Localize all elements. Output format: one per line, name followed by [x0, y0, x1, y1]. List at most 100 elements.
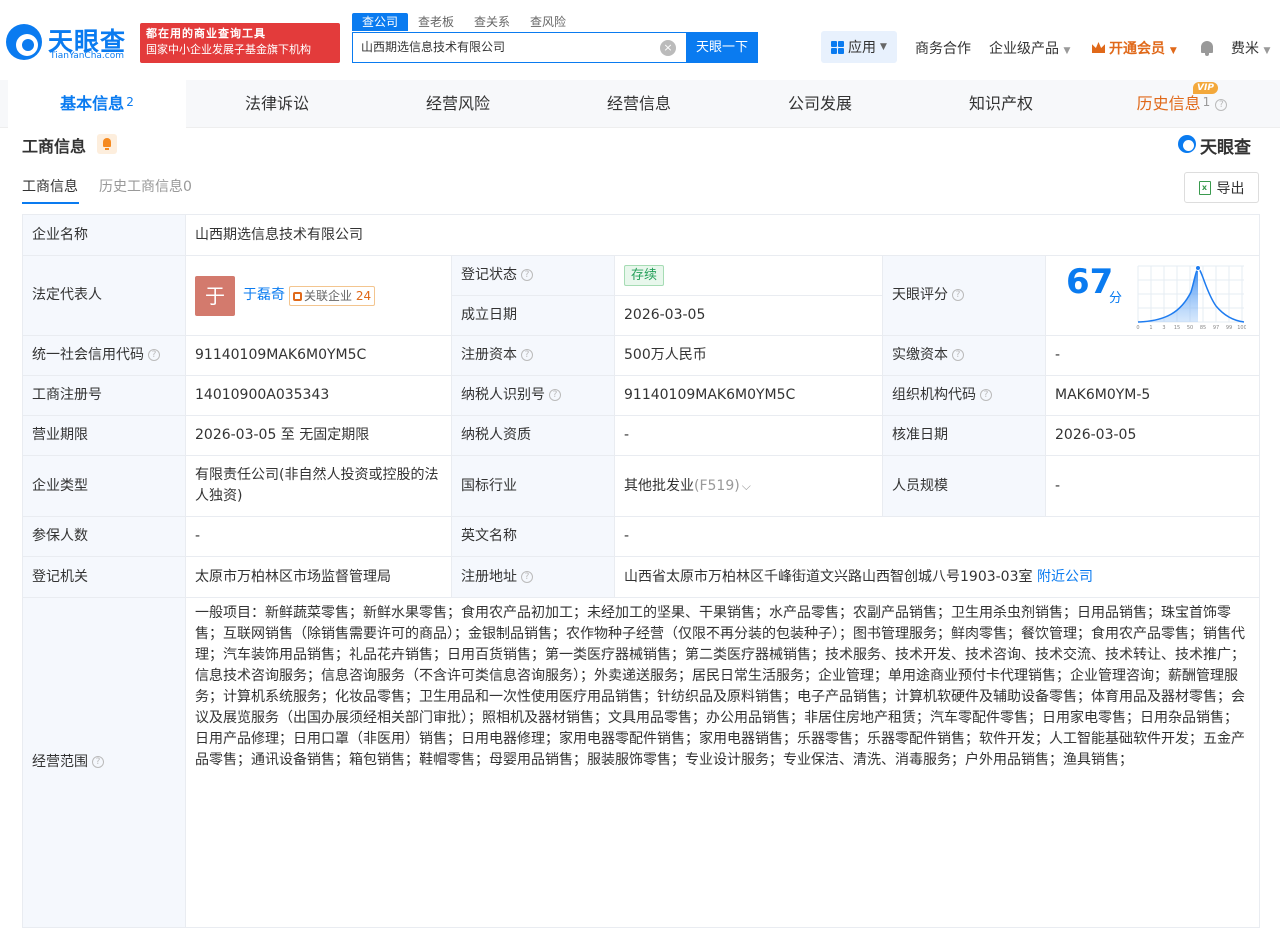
- score-value: 67: [1066, 262, 1114, 302]
- taxpayer-qual-label: 纳税人资质: [451, 415, 615, 456]
- term-value: 2026-03-05 至 无固定期限: [185, 415, 452, 456]
- legal-rep-avatar[interactable]: 于: [195, 275, 235, 316]
- logo-domain: TianYanCha.com: [50, 51, 125, 61]
- approval-date-label: 核准日期: [882, 415, 1046, 456]
- score-axis-tick: 100: [1237, 325, 1246, 331]
- help-icon[interactable]: ?: [952, 289, 964, 301]
- address-cell: 山西省太原市万柏林区千峰街道文兴路山西智创城八号1903-03室 附近公司: [613, 556, 1261, 598]
- user-menu[interactable]: 费米 ▼: [1231, 38, 1270, 58]
- industry-value: 其他批发业: [624, 477, 694, 494]
- table-row: 参保人数 - 英文名称 -: [22, 516, 1261, 557]
- score-cell[interactable]: 67 分 0 1 3 15 50 85 97 99 100: [1044, 255, 1261, 336]
- score-axis-tick: 99: [1226, 325, 1232, 331]
- search-button[interactable]: 天眼一下: [686, 32, 758, 63]
- english-name-value: -: [613, 516, 1261, 557]
- reg-no-label: 工商注册号: [22, 375, 186, 416]
- nav-enterprise-label: 企业级产品: [989, 41, 1059, 57]
- excel-icon: x: [1198, 180, 1211, 195]
- legal-rep-name[interactable]: 于磊奇: [243, 287, 285, 303]
- help-icon[interactable]: ?: [549, 389, 561, 401]
- legal-rep-label: 法定代表人: [22, 255, 186, 336]
- status-badge: 存续: [624, 265, 665, 286]
- tab-development[interactable]: 公司发展: [730, 80, 910, 128]
- caret-down-icon: ▼: [1169, 46, 1177, 56]
- address-label-cell: 注册地址?: [451, 556, 615, 598]
- help-icon[interactable]: ?: [521, 349, 533, 361]
- score-axis-tick: 50: [1187, 325, 1193, 331]
- help-icon[interactable]: ?: [980, 389, 992, 401]
- credit-code-label: 统一社会信用代码: [32, 347, 144, 363]
- subtab-business-info[interactable]: 工商信息: [22, 176, 78, 196]
- nav-open-vip[interactable]: 开通会员 ▼: [1092, 38, 1177, 58]
- nav-business-cooperation[interactable]: 商务合作: [915, 38, 971, 58]
- slogan-banner[interactable]: 都在用的商业查询工具 国家中小企业发展子基金旗下机构: [140, 23, 340, 63]
- reg-status-label: 登记状态: [461, 267, 517, 283]
- export-label: 导出: [1216, 180, 1245, 197]
- address-value: 山西省太原市万柏林区千峰街道文兴路山西智创城八号1903-03室: [624, 568, 1033, 585]
- business-info-table: 企业名称 山西期选信息技术有限公司 法定代表人 于于磊奇 关联企业 24 登记状态…: [22, 214, 1261, 928]
- tab-risk[interactable]: 经营风险: [368, 80, 548, 128]
- search-tab-risk[interactable]: 查风险: [520, 13, 576, 31]
- notification-bell-icon[interactable]: [1199, 40, 1215, 56]
- subscribe-bell-icon[interactable]: [97, 134, 117, 154]
- staff-label: 人员规模: [882, 455, 1046, 517]
- tab-legal[interactable]: 法律诉讼: [187, 80, 367, 128]
- table-row: 登记机关 太原市万柏林区市场监督管理局 注册地址? 山西省太原市万柏林区千峰街道…: [22, 556, 1261, 598]
- industry-cell[interactable]: 其他批发业(F519) ⌵: [614, 455, 883, 517]
- search-input[interactable]: [361, 39, 651, 53]
- term-label: 营业期限: [22, 415, 186, 456]
- brand-watermark: 天眼查: [1178, 133, 1262, 158]
- help-icon[interactable]: ?: [952, 349, 964, 361]
- authority-label: 登记机关: [22, 556, 186, 598]
- help-icon[interactable]: ?: [521, 570, 533, 583]
- help-icon[interactable]: ?: [92, 756, 104, 768]
- nav-enterprise-products[interactable]: 企业级产品 ▼: [989, 38, 1070, 58]
- paid-capital-label-cell: 实缴资本?: [882, 335, 1046, 376]
- export-button[interactable]: x 导出: [1184, 172, 1259, 203]
- active-tab-underline: [22, 202, 79, 204]
- search-tab-company[interactable]: 查公司: [352, 13, 409, 31]
- search-tab-boss[interactable]: 查老板: [408, 13, 464, 31]
- help-icon[interactable]: ?: [521, 269, 533, 281]
- tianyancha-logo[interactable]: 天眼查 TianYanCha.com: [6, 20, 134, 64]
- table-row: 工商注册号 14010900A035343 纳税人识别号? 91140109MA…: [22, 375, 1261, 416]
- taxpayer-qual-value: -: [614, 415, 883, 456]
- type-label: 企业类型: [22, 455, 186, 517]
- tab-ip[interactable]: 知识产权: [911, 80, 1091, 128]
- slogan-line1: 都在用的商业查询工具: [146, 27, 266, 40]
- reg-capital-label: 注册资本: [461, 347, 517, 363]
- table-row: 经营范围? 一般项目：新鲜蔬菜零售；新鲜水果零售；食用农产品初加工；未经加工的坚…: [22, 597, 1261, 928]
- score-distribution-chart: 0 1 3 15 50 85 97 99 100: [1136, 265, 1246, 331]
- apps-label: 应用: [848, 40, 877, 56]
- help-icon: ?: [1215, 98, 1228, 111]
- approval-date-value: 2026-03-05: [1044, 415, 1261, 456]
- scope-label: 经营范围: [32, 754, 88, 770]
- help-icon[interactable]: ?: [148, 349, 160, 361]
- tab-history[interactable]: 历史信息 1 ?: [1092, 80, 1272, 128]
- tab-business[interactable]: 经营信息: [549, 80, 729, 128]
- authority-value: 太原市万柏林区市场监督管理局: [185, 556, 452, 598]
- nearby-companies-link[interactable]: 附近公司: [1037, 569, 1093, 585]
- clear-icon[interactable]: ×: [660, 40, 676, 56]
- reg-no-value: 14010900A035343: [185, 375, 452, 416]
- table-row: 统一社会信用代码? 91140109MAK6M0YM5C 注册资本? 500万人…: [22, 335, 1261, 376]
- company-name-value: 山西期选信息技术有限公司: [184, 214, 1261, 256]
- tab-basic-info[interactable]: 基本信息 2: [8, 80, 186, 128]
- search-tab-relation[interactable]: 查关系: [464, 13, 520, 31]
- search-box: ×: [352, 32, 686, 63]
- subtab-history-business-info[interactable]: 历史工商信息0: [99, 176, 192, 196]
- table-row: 企业类型 有限责任公司(非自然人投资或控股的法人独资) 国标行业 其他批发业(F…: [22, 455, 1261, 517]
- apps-button[interactable]: 应用 ▼: [821, 31, 897, 63]
- org-code-label-cell: 组织机构代码?: [882, 375, 1046, 416]
- section-title: 工商信息: [22, 137, 87, 156]
- top-header: 天眼查 TianYanCha.com 都在用的商业查询工具 国家中小企业发展子基…: [0, 0, 1280, 80]
- brand-eye-icon: [1178, 135, 1196, 153]
- scope-label-cell: 经营范围?: [22, 597, 186, 928]
- insured-label: 参保人数: [22, 516, 186, 557]
- caret-down-icon: ▼: [1263, 46, 1271, 56]
- table-row: 企业名称 山西期选信息技术有限公司: [22, 214, 1261, 256]
- related-companies-tag[interactable]: 关联企业 24: [289, 285, 376, 306]
- tab-history-label: 历史信息: [1136, 94, 1201, 113]
- industry-code: (F519): [694, 477, 740, 494]
- table-row: 营业期限 2026-03-05 至 无固定期限 纳税人资质 - 核准日期 202…: [22, 415, 1261, 456]
